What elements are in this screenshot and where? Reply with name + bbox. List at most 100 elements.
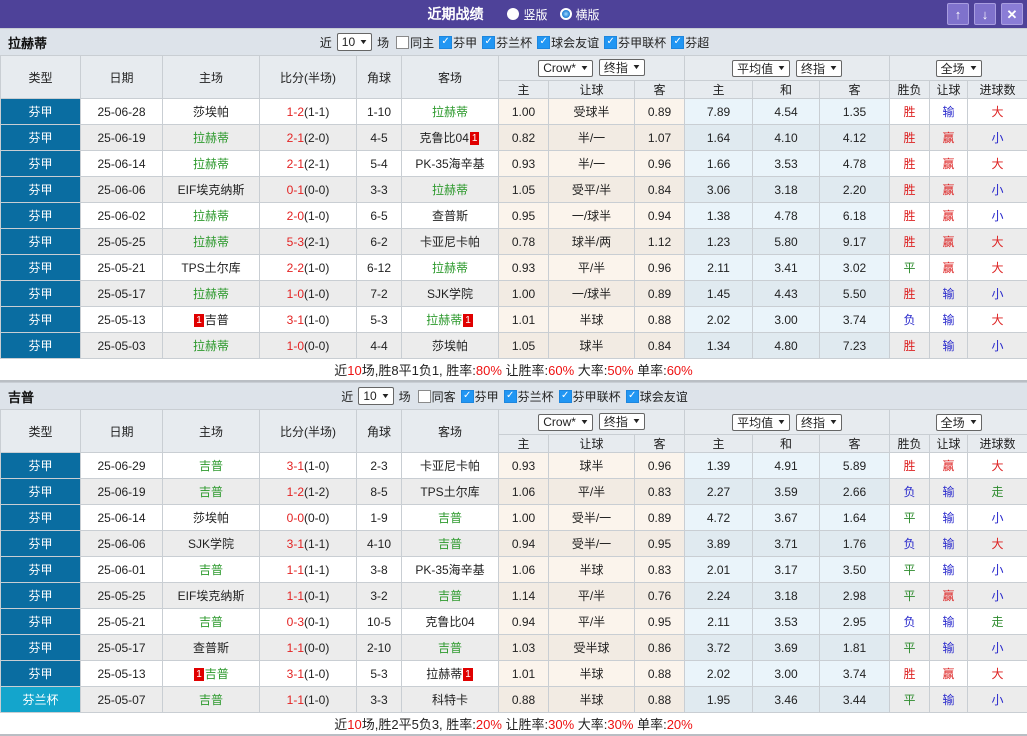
average-select[interactable]: 平均值▼ <box>732 60 790 77</box>
halftime-score: (0-1) <box>304 589 329 603</box>
average-dropdown-cell: 平均值▼ 终指▼ <box>685 410 890 435</box>
league-filter[interactable]: ✓芬兰杯 <box>504 388 554 405</box>
move-down-button[interactable]: ↓ <box>974 3 996 25</box>
odds-away-cell: 0.94 <box>635 203 685 229</box>
odds-handicap-cell: 半/一 <box>549 125 635 151</box>
summary-segment: 场,胜2平5负3, 胜率: <box>362 717 476 732</box>
bookmaker-select[interactable]: Crow*▼ <box>538 60 593 77</box>
checkbox-checked-icon[interactable]: ✓ <box>671 36 684 49</box>
bookmaker-select[interactable]: Crow*▼ <box>538 414 593 431</box>
avg-draw-cell: 4.78 <box>753 203 820 229</box>
move-up-button[interactable]: ↑ <box>947 3 969 25</box>
score-cell: 3-1(1-1) <box>260 531 357 557</box>
average-select-value: 平均值 <box>737 414 773 431</box>
average-select[interactable]: 平均值▼ <box>732 414 790 431</box>
league-filter[interactable]: ✓芬甲联杯 <box>559 388 621 405</box>
same-venue-filter[interactable]: 同客 <box>418 388 456 405</box>
close-button[interactable]: ✕ <box>1001 3 1023 25</box>
score-cell: 1-1(0-1) <box>260 583 357 609</box>
league-filter[interactable]: ✓芬甲 <box>461 388 499 405</box>
dropdown-caret-icon: ▼ <box>829 65 839 72</box>
odds-stage-select-2[interactable]: 终指▼ <box>796 60 842 77</box>
league-filter[interactable]: ✓芬甲联杯 <box>604 34 666 51</box>
radio-vertical[interactable]: 竖版 <box>507 6 547 23</box>
result-outcome-cell: 平 <box>890 583 930 609</box>
result-goals-cell: 大 <box>968 229 1027 255</box>
odds-home-cell: 0.95 <box>499 203 549 229</box>
result-handicap-cell: 输 <box>930 557 968 583</box>
summary-line: 近10场,胜2平5负3, 胜率:20% 让胜率:30% 大率:30% 单率:20… <box>0 713 1027 736</box>
match-row: 芬甲25-05-131吉普3-1(1-0)5-3拉赫蒂11.01半球0.882.… <box>1 661 1027 687</box>
bookmaker-dropdown-cell: Crow*▼ 终指▼ <box>499 56 685 81</box>
col-header-avg-home: 主 <box>685 81 753 99</box>
checkbox-checked-icon[interactable]: ✓ <box>604 36 617 49</box>
league-type-cell: 芬甲 <box>1 125 81 151</box>
fulltime-score: 0-3 <box>287 615 304 629</box>
score-cell: 3-1(1-0) <box>260 661 357 687</box>
result-outcome-cell: 胜 <box>890 661 930 687</box>
odds-stage-select-2[interactable]: 终指▼ <box>796 414 842 431</box>
col-header-date: 日期 <box>81 56 163 99</box>
home-team-cell: EIF埃克纳斯 <box>163 177 260 203</box>
odds-away-cell: 1.12 <box>635 229 685 255</box>
match-row: 芬甲25-05-17查普斯1-1(0-0)2-10吉普1.03受半球0.863.… <box>1 635 1027 661</box>
col-header-type: 类型 <box>1 410 81 453</box>
team-label: SJK学院 <box>427 287 473 301</box>
league-filter[interactable]: ✓芬兰杯 <box>482 34 532 51</box>
checkbox-unchecked-icon[interactable] <box>418 390 431 403</box>
checkbox-checked-icon[interactable]: ✓ <box>461 390 474 403</box>
match-count-select[interactable]: 10▼ <box>358 387 393 405</box>
odds-away-cell: 0.96 <box>635 453 685 479</box>
checkbox-checked-icon[interactable]: ✓ <box>537 36 550 49</box>
window-title: 近期战绩 <box>427 4 483 24</box>
result-handicap-cell: 赢 <box>930 229 968 255</box>
scope-select[interactable]: 全场▼ <box>936 414 982 431</box>
fulltime-score: 1-0 <box>287 287 304 301</box>
dropdown-caret-icon: ▼ <box>359 39 369 46</box>
checkbox-unchecked-icon[interactable] <box>396 36 409 49</box>
col-header-corner: 角球 <box>357 56 402 99</box>
avg-home-cell: 2.24 <box>685 583 753 609</box>
checkbox-checked-icon[interactable]: ✓ <box>439 36 452 49</box>
match-count-select[interactable]: 10▼ <box>337 33 372 51</box>
league-filter[interactable]: ✓芬超 <box>671 34 709 51</box>
away-team-cell: 克鲁比041 <box>402 125 499 151</box>
corner-count: 3-8 <box>357 557 402 583</box>
card-badge: 1 <box>463 668 473 681</box>
summary-segment: 场,胜8平1负1, 胜率: <box>362 363 476 378</box>
odds-handicap-cell: 受半/一 <box>549 531 635 557</box>
avg-home-cell: 1.64 <box>685 125 753 151</box>
scope-select[interactable]: 全场▼ <box>936 60 982 77</box>
result-outcome-cell: 胜 <box>890 125 930 151</box>
checkbox-checked-icon[interactable]: ✓ <box>504 390 517 403</box>
result-outcome-cell: 平 <box>890 557 930 583</box>
corner-count: 10-5 <box>357 609 402 635</box>
corner-count: 3-3 <box>357 687 402 713</box>
col-header-result-goals: 进球数 <box>968 81 1027 99</box>
dropdown-caret-icon: ▼ <box>631 64 641 71</box>
result-handicap-cell: 赢 <box>930 177 968 203</box>
league-filter[interactable]: ✓芬甲 <box>439 34 477 51</box>
checkbox-checked-icon[interactable]: ✓ <box>559 390 572 403</box>
halftime-score: (2-1) <box>304 235 329 249</box>
corner-count: 5-3 <box>357 661 402 687</box>
result-handicap-cell: 赢 <box>930 151 968 177</box>
league-filter[interactable]: ✓球会友谊 <box>537 34 599 51</box>
avg-home-cell: 3.06 <box>685 177 753 203</box>
odds-stage-select-value: 终指 <box>604 413 628 430</box>
odds-stage-select[interactable]: 终指▼ <box>599 413 645 430</box>
odds-away-cell: 0.83 <box>635 479 685 505</box>
halftime-score: (0-0) <box>304 641 329 655</box>
avg-draw-cell: 4.54 <box>753 99 820 125</box>
league-filter[interactable]: ✓球会友谊 <box>626 388 688 405</box>
same-venue-filter[interactable]: 同主 <box>396 34 434 51</box>
result-outcome-cell: 胜 <box>890 151 930 177</box>
checkbox-checked-icon[interactable]: ✓ <box>626 390 639 403</box>
match-date: 25-05-13 <box>81 661 163 687</box>
filter-label: 芬甲 <box>475 388 499 405</box>
summary-segment: 单率: <box>633 717 666 732</box>
checkbox-checked-icon[interactable]: ✓ <box>482 36 495 49</box>
odds-stage-select[interactable]: 终指▼ <box>599 59 645 76</box>
radio-horizontal[interactable]: 横版 <box>560 6 600 23</box>
score-cell: 1-2(1-1) <box>260 99 357 125</box>
